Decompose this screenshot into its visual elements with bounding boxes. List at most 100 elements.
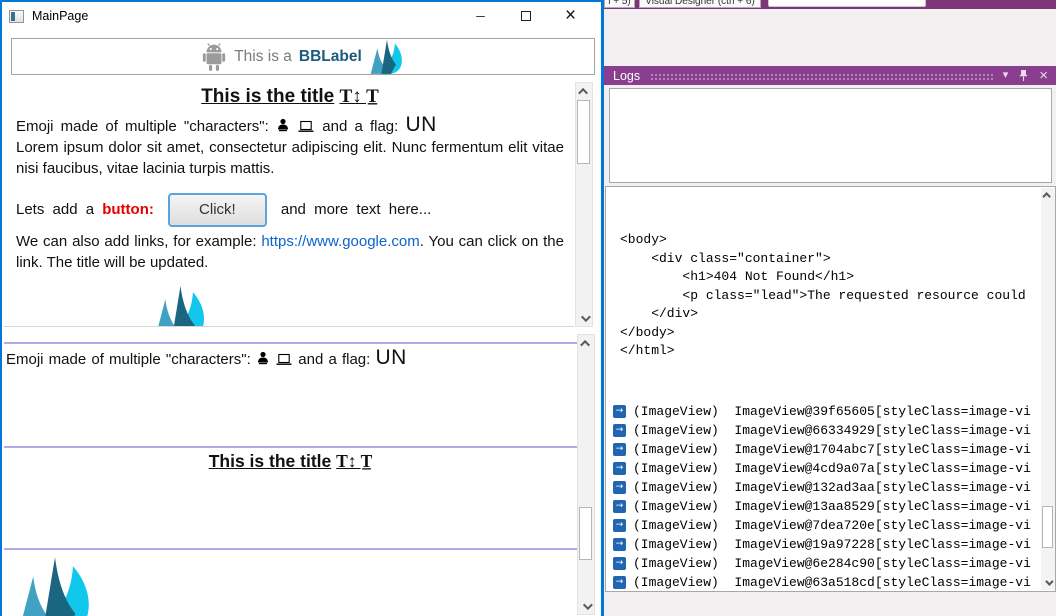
screenshot-stage: MainPage ─ × This is a BBLabel This is t… xyxy=(0,0,1056,616)
arrow-right-icon: → xyxy=(613,442,626,456)
log-entry-text: (ImageView) ImageView@63a518cd[styleClas… xyxy=(633,574,1031,590)
document-title-glyphs: T↕ T̲ xyxy=(339,86,379,107)
log-entry-text: (ImageView) ImageView@7dea720e[styleClas… xyxy=(633,517,1031,533)
preview-emoji-line: Emoji made of multiple "characters": and… xyxy=(6,346,577,371)
arrow-right-icon: → xyxy=(613,556,626,570)
scroll-down-button[interactable] xyxy=(576,310,592,326)
logs-panel-title: Logs xyxy=(613,68,641,83)
flag-label-text: and a flag: xyxy=(322,118,399,135)
button-paragraph-prefix: Lets add a xyxy=(16,201,95,218)
arrow-right-icon: → xyxy=(613,461,626,475)
log-entry[interactable]: → (ImageView) ImageView@7dea720e[styleCl… xyxy=(606,516,1055,535)
button-paragraph: Lets add a button: Click! and more text … xyxy=(16,192,564,227)
panel-close-icon[interactable]: × xyxy=(1039,68,1048,83)
log-entry[interactable]: → (ImageView) ImageView@13aa8529[styleCl… xyxy=(606,497,1055,516)
log-entry[interactable]: → (ImageView) ImageView@19a97228[styleCl… xyxy=(606,535,1055,554)
html-code-block: <body> <div class="container"> <h1>404 N… xyxy=(606,187,1055,398)
log-entry-text: (ImageView) ImageView@4cd9a07a[styleClas… xyxy=(633,460,1031,476)
chevron-down-icon xyxy=(1045,577,1054,586)
log-entry[interactable]: → (ImageView) ImageView@7dd4e074[styleCl… xyxy=(606,592,1055,593)
lorem-paragraph: Lorem ipsum dolor sit amet, consectetur … xyxy=(16,139,564,177)
code-line: <h1>404 Not Found</h1> xyxy=(620,269,855,284)
logs-panel-header[interactable]: Logs ▾ × xyxy=(604,66,1056,85)
app-icon xyxy=(9,9,24,23)
banner-text: This is a xyxy=(234,47,292,65)
chevron-down-icon xyxy=(582,599,593,610)
log-entry[interactable]: → (ImageView) ImageView@6e284c90[styleCl… xyxy=(606,554,1055,573)
document-scrollbar[interactable] xyxy=(575,82,593,327)
log-entry-text: (ImageView) ImageView@132ad3aa[styleClas… xyxy=(633,479,1031,495)
titlebar[interactable]: MainPage ─ × xyxy=(2,2,601,30)
preview-row-title[interactable]: This is the title T↕ T̲ xyxy=(4,446,577,548)
scroll-thumb[interactable] xyxy=(1042,506,1053,548)
log-entry-text: (ImageView) ImageView@6e284c90[styleClas… xyxy=(633,555,1031,571)
scroll-track[interactable] xyxy=(578,351,594,598)
scroll-track[interactable] xyxy=(576,99,592,310)
google-link[interactable]: https://www.google.com xyxy=(261,233,419,250)
document-title: This is the title T↕ T̲ xyxy=(16,86,564,108)
button-paragraph-suffix: and more text here... xyxy=(280,201,432,218)
arrow-right-icon: → xyxy=(613,480,626,494)
link-paragraph: We can also add links, for example: http… xyxy=(16,232,564,273)
window-title: MainPage xyxy=(32,9,89,23)
log-entry[interactable]: → (ImageView) ImageView@39f65605[styleCl… xyxy=(606,402,1055,421)
component-preview-list: Emoji made of multiple "characters": and… xyxy=(4,332,577,616)
emoji-paragraph: Emoji made of multiple "characters": and… xyxy=(16,113,564,138)
scroll-thumb[interactable] xyxy=(577,100,590,164)
preview-row-emoji[interactable]: Emoji made of multiple "characters": and… xyxy=(4,342,577,446)
log-entry[interactable]: → (ImageView) ImageView@132ad3aa[styleCl… xyxy=(606,478,1055,497)
firebase-logo-image xyxy=(22,557,89,616)
preview-title-text: This is the title xyxy=(208,451,332,471)
log-entry[interactable]: → (ImageView) ImageView@63a518cd[styleCl… xyxy=(606,573,1055,592)
chevron-up-icon xyxy=(1042,192,1051,201)
log-entry-text: (ImageView) ImageView@39f65605[styleClas… xyxy=(633,403,1031,419)
click-button[interactable]: Click! xyxy=(167,192,267,227)
person-bust-icon xyxy=(277,118,288,132)
scroll-down-button[interactable] xyxy=(578,598,594,614)
preview-title-glyphs: T↕ T̲ xyxy=(336,451,373,471)
preview-emoji-text: Emoji made of multiple "characters": xyxy=(6,351,251,368)
log-entry[interactable]: → (ImageView) ImageView@4cd9a07a[styleCl… xyxy=(606,459,1055,478)
scroll-down-button[interactable] xyxy=(1041,576,1055,590)
un-flag-fallback-text: UN xyxy=(405,113,437,136)
code-line: </html> xyxy=(620,343,675,358)
code-line: </div> xyxy=(620,306,699,321)
close-button[interactable]: × xyxy=(548,2,593,30)
chevron-down-icon xyxy=(580,311,591,322)
toolbar-field[interactable] xyxy=(768,0,926,7)
log-entry-text: (ImageView) ImageView@1704abc7[styleClas… xyxy=(633,441,1031,457)
document-view: This is the title T↕ T̲ Emoji made of mu… xyxy=(4,82,574,327)
panel-menu-dropdown-icon[interactable]: ▾ xyxy=(1003,70,1009,81)
chevron-up-icon xyxy=(577,87,588,98)
scroll-thumb[interactable] xyxy=(579,507,592,560)
laptop-icon xyxy=(298,120,314,132)
maximize-icon xyxy=(520,11,531,21)
scroll-up-button[interactable] xyxy=(578,335,594,351)
preview-row-logo[interactable] xyxy=(4,548,577,616)
toolbar-button-partial[interactable]: l + 5) xyxy=(604,0,635,8)
maximize-button[interactable] xyxy=(503,2,548,30)
bblabel-banner: This is a BBLabel xyxy=(11,38,595,75)
document-title-text: This is the title xyxy=(201,86,335,107)
arrow-right-icon: → xyxy=(613,575,626,589)
log-entry[interactable]: → (ImageView) ImageView@66334929[styleCl… xyxy=(606,421,1055,440)
chevron-up-icon xyxy=(579,339,590,350)
arrow-right-icon: → xyxy=(613,499,626,513)
visual-designer-button[interactable]: Visual Designer (ctrl + 6) xyxy=(639,0,761,8)
button-word-red: button: xyxy=(102,201,154,218)
scroll-up-button[interactable] xyxy=(1041,188,1055,202)
code-line: </body> xyxy=(620,324,675,340)
scroll-up-button[interactable] xyxy=(576,83,592,99)
minimize-button[interactable]: ─ xyxy=(458,2,503,30)
banner-bold-text: BBLabel xyxy=(298,47,362,65)
preview-un-flag-text: UN xyxy=(375,346,407,369)
link-paragraph-prefix: We can also add links, for example: xyxy=(16,233,257,250)
logs-empty-box xyxy=(609,88,1052,183)
log-list: → (ImageView) ImageView@39f65605[styleCl… xyxy=(606,402,1055,593)
logs-scrollbar[interactable] xyxy=(1041,188,1055,590)
scroll-track[interactable] xyxy=(1041,202,1055,576)
arrow-right-icon: → xyxy=(613,537,626,551)
log-entry[interactable]: → (ImageView) ImageView@1704abc7[styleCl… xyxy=(606,440,1055,459)
pin-icon[interactable] xyxy=(1019,69,1028,82)
preview-scrollbar[interactable] xyxy=(577,334,595,615)
